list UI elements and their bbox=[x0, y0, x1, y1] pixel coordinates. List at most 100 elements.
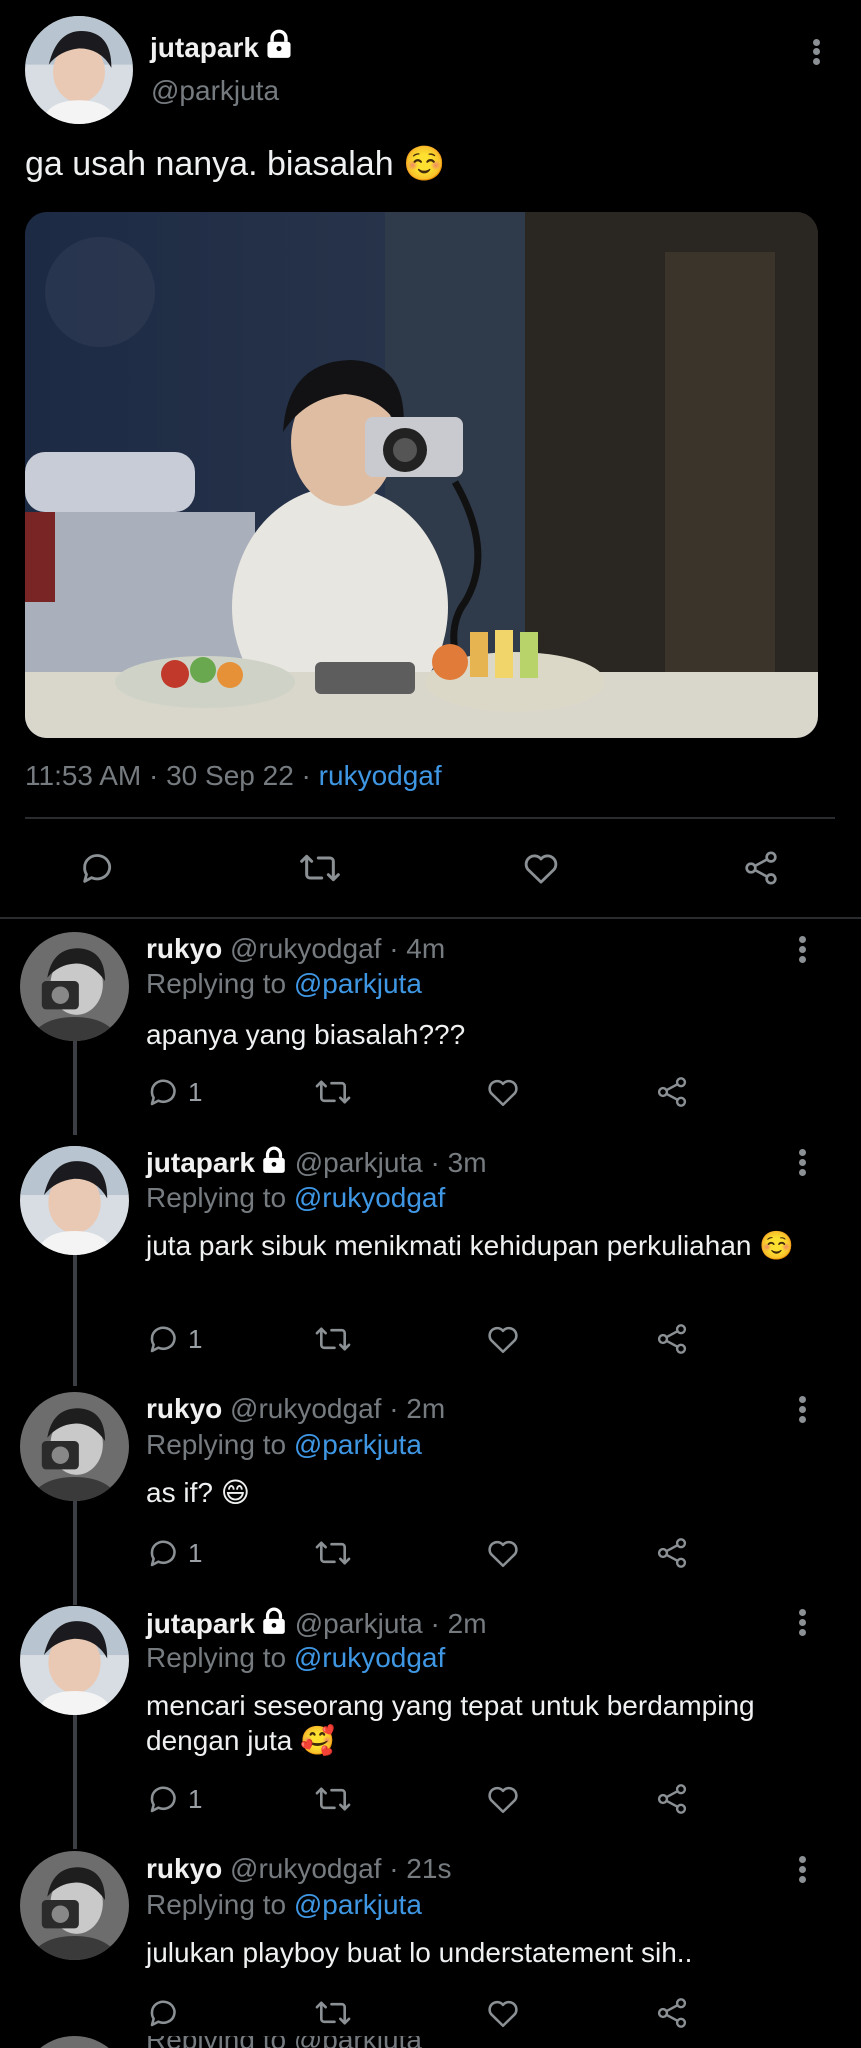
more-vertical-icon[interactable] bbox=[793, 1392, 813, 1432]
retweet-icon bbox=[315, 1787, 351, 1811]
reply-button[interactable] bbox=[146, 1993, 188, 2033]
lock-icon bbox=[263, 1607, 285, 1634]
display-name[interactable]: rukyo bbox=[146, 1853, 222, 1884]
heart-icon bbox=[488, 1326, 518, 1354]
replying-to: Replying to @parkjuta bbox=[146, 968, 422, 999]
mention-link[interactable]: @rukyodgaf bbox=[294, 1642, 445, 1673]
avatar-rukyo[interactable] bbox=[20, 1392, 129, 1501]
like-button[interactable] bbox=[485, 1779, 521, 1819]
more-vertical-icon[interactable] bbox=[793, 932, 813, 972]
like-button[interactable] bbox=[485, 1533, 521, 1573]
share-button[interactable] bbox=[654, 1779, 690, 1819]
tweet-meta: 11:53 AM · 30 Sep 22 · rukyodgaf bbox=[25, 760, 442, 792]
lock-icon bbox=[263, 1146, 285, 1173]
reply-count: 1 bbox=[188, 1537, 203, 1568]
retweet-button[interactable] bbox=[314, 1993, 352, 2033]
reply-icon bbox=[150, 1079, 176, 1106]
thread-line bbox=[73, 1713, 77, 1849]
retweet-button[interactable] bbox=[314, 1779, 352, 1819]
mention-link[interactable]: @parkjuta bbox=[294, 968, 422, 999]
mention-link[interactable]: @parkjuta bbox=[294, 1429, 422, 1460]
replying-to: Replying to @rukyodgaf bbox=[146, 1642, 446, 1673]
retweet-button[interactable] bbox=[314, 1533, 352, 1573]
retweet-icon bbox=[315, 1541, 351, 1565]
heart-icon bbox=[488, 1540, 518, 1568]
reply-text: mencari seseorang yang tepat untuk berda… bbox=[146, 1690, 755, 1756]
share-button[interactable] bbox=[654, 1319, 690, 1359]
heart-icon bbox=[524, 854, 558, 884]
thread-line bbox=[73, 1253, 77, 1386]
reply-count: 1 bbox=[188, 1323, 203, 1354]
heart-icon bbox=[488, 1786, 518, 1814]
like-button[interactable] bbox=[520, 848, 562, 888]
retweet-button[interactable] bbox=[314, 1072, 352, 1112]
display-name[interactable]: rukyo bbox=[146, 1393, 222, 1424]
share-icon bbox=[657, 1998, 687, 2028]
share-button[interactable] bbox=[654, 1072, 690, 1112]
replying-to: Replying to @rukyodgaf bbox=[146, 1182, 446, 1213]
reply-icon bbox=[150, 1326, 176, 1353]
more-vertical-icon[interactable] bbox=[793, 1605, 813, 1645]
reply-text: apanya yang biasalah??? bbox=[146, 1019, 466, 1050]
reply-text: as if? 😄 bbox=[146, 1477, 250, 1508]
avatar-jutapark[interactable] bbox=[20, 1606, 129, 1715]
avatar-rukyo[interactable] bbox=[20, 1851, 129, 1960]
more-vertical-icon[interactable] bbox=[807, 31, 827, 71]
share-icon bbox=[657, 1324, 687, 1354]
avatar-jutapark[interactable] bbox=[20, 1146, 129, 1255]
reply-icon bbox=[150, 1540, 176, 1567]
more-vertical-icon[interactable] bbox=[793, 1852, 813, 1892]
handle[interactable]: @parkjuta bbox=[151, 75, 279, 107]
display-name[interactable]: rukyo bbox=[146, 933, 222, 964]
mention-link[interactable]: @parkjuta bbox=[294, 1889, 422, 1920]
reply-button[interactable]: 1 bbox=[146, 1533, 202, 1573]
share-icon bbox=[657, 1077, 687, 1107]
reply-icon bbox=[150, 2000, 176, 2027]
more-vertical-icon[interactable] bbox=[793, 1145, 813, 1185]
display-name[interactable]: jutapark bbox=[150, 29, 293, 64]
avatar-jutapark[interactable] bbox=[25, 16, 133, 124]
retweet-icon bbox=[300, 854, 340, 882]
heart-icon bbox=[488, 1079, 518, 1107]
retweet-icon bbox=[315, 1327, 351, 1351]
reply-button[interactable]: 1 bbox=[146, 1319, 202, 1359]
share-button[interactable] bbox=[654, 1993, 690, 2033]
reply-button[interactable]: 1 bbox=[146, 1072, 202, 1112]
retweet-button[interactable] bbox=[314, 1319, 352, 1359]
share-icon bbox=[745, 851, 777, 885]
retweet-icon bbox=[315, 2001, 351, 2025]
reply-icon bbox=[83, 854, 112, 883]
thread-line bbox=[73, 1040, 77, 1135]
reply-button[interactable] bbox=[78, 848, 118, 888]
like-button[interactable] bbox=[485, 1319, 521, 1359]
reply-text: juta park sibuk menikmati kehidupan perk… bbox=[146, 1230, 795, 1261]
retweet-button[interactable] bbox=[298, 848, 342, 888]
handle-time: @parkjuta · 3m bbox=[294, 1147, 487, 1178]
handle-time: @parkjuta · 2m bbox=[294, 1608, 487, 1639]
mention-link[interactable]: @rukyodgaf bbox=[294, 1182, 445, 1213]
display-name[interactable]: jutapark bbox=[146, 1608, 255, 1639]
like-button[interactable] bbox=[485, 1993, 521, 2033]
reply-count: 1 bbox=[188, 1076, 203, 1107]
display-name[interactable]: jutapark bbox=[146, 1147, 255, 1178]
avatar-partial bbox=[20, 2036, 129, 2048]
heart-icon bbox=[488, 2000, 518, 2028]
reply-count: 1 bbox=[188, 1783, 203, 1814]
share-button[interactable] bbox=[654, 1533, 690, 1573]
share-icon bbox=[657, 1784, 687, 1814]
replying-to: Replying to @parkjuta bbox=[146, 1889, 422, 1920]
retweet-icon bbox=[315, 1080, 351, 1104]
divider bbox=[25, 817, 835, 819]
source-link[interactable]: rukyodgaf bbox=[319, 760, 442, 791]
thread-line bbox=[73, 1500, 77, 1605]
cutoff-replying-to: Replying to @parkjuta bbox=[146, 2036, 422, 2048]
tweet-photo[interactable] bbox=[25, 212, 818, 738]
share-button[interactable] bbox=[741, 848, 781, 888]
reply-button[interactable]: 1 bbox=[146, 1779, 202, 1819]
timestamp: 11:53 AM · 30 Sep 22 · bbox=[25, 760, 319, 791]
avatar-rukyo[interactable] bbox=[20, 932, 129, 1041]
handle-time: @rukyodgaf · 4m bbox=[230, 933, 446, 964]
section-divider bbox=[0, 917, 861, 919]
replying-to: Replying to @parkjuta bbox=[146, 1429, 422, 1460]
like-button[interactable] bbox=[485, 1072, 521, 1112]
